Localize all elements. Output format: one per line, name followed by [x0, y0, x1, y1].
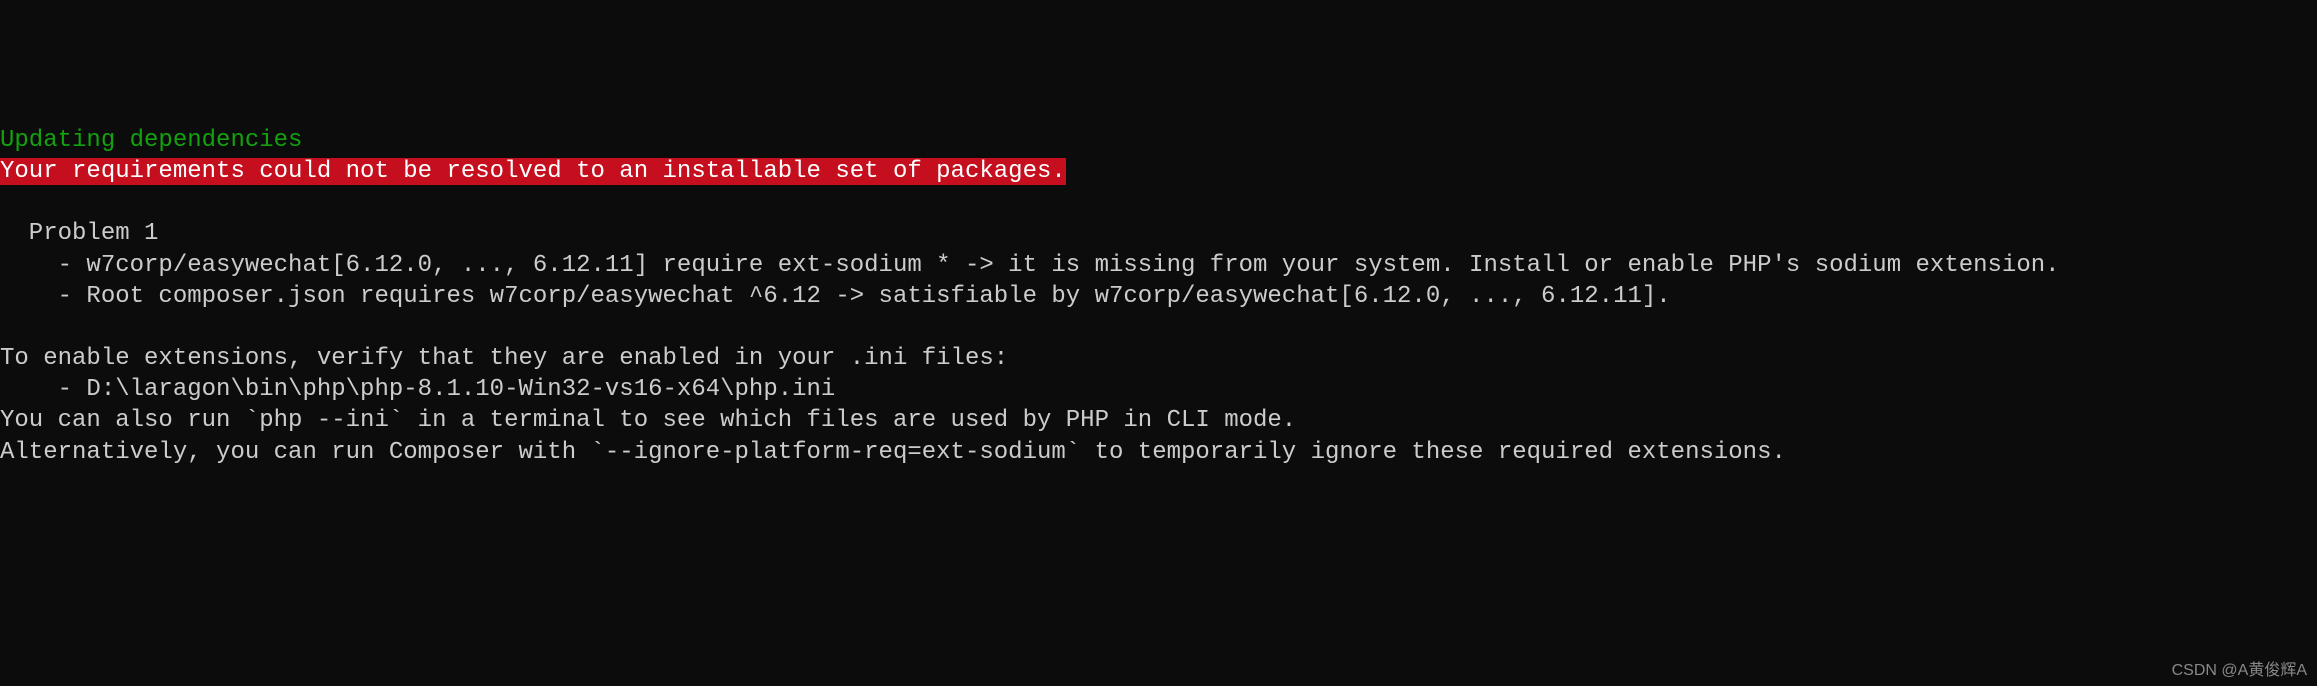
problem-detail-line: - Root composer.json requires w7corp/eas… [0, 283, 1671, 310]
problem-header-line: Problem 1 [0, 220, 158, 247]
updating-dependencies-line: Updating dependencies [0, 127, 302, 154]
php-ini-hint-line: You can also run `php --ini` in a termin… [0, 407, 1296, 434]
alternative-hint-line: Alternatively, you can run Composer with… [0, 439, 1786, 466]
watermark-text: CSDN @A黄俊辉A [2172, 661, 2307, 682]
error-message-line: Your requirements could not be resolved … [0, 158, 1066, 185]
enable-extensions-line: To enable extensions, verify that they a… [0, 345, 1008, 372]
ini-path-line: - D:\laragon\bin\php\php-8.1.10-Win32-vs… [0, 376, 835, 403]
terminal-output: Updating dependencies Your requirements … [0, 125, 2317, 468]
problem-detail-line: - w7corp/easywechat[6.12.0, ..., 6.12.11… [0, 252, 2060, 279]
